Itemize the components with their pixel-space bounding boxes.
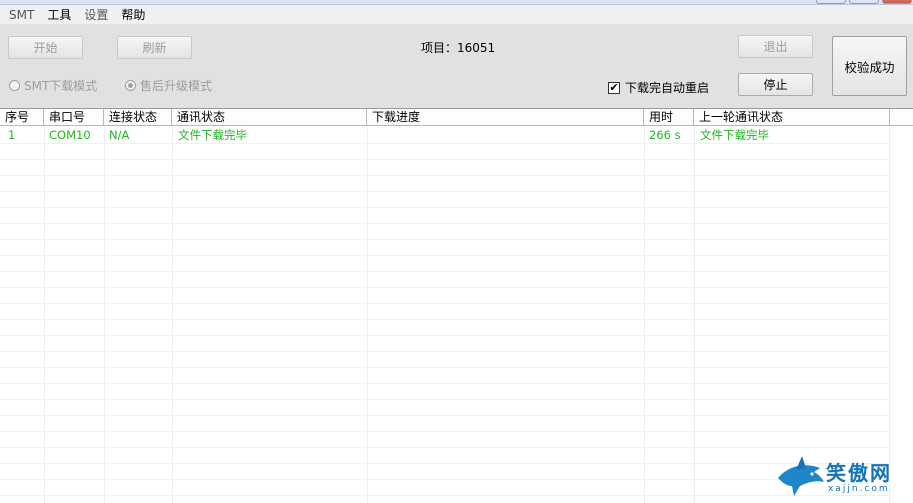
row-gridline [0,335,890,336]
column-header-comm-status[interactable]: 通讯状态 [172,109,367,126]
row-gridline [0,431,890,432]
row-gridline [0,399,890,400]
table-header: 序号 串口号 连接状态 通讯状态 下载进度 用时 上一轮通讯状态 [0,109,913,126]
column-header-connection[interactable]: 连接状态 [104,109,172,126]
minimize-window-button[interactable] [816,0,846,4]
row-gridline [0,287,890,288]
row-gridline [0,255,890,256]
row-gridline [0,303,890,304]
radio-aftersale-mode[interactable]: 售后升级模式 [125,77,212,94]
row-gridline [0,447,890,448]
column-header-last-status[interactable]: 上一轮通讯状态 [694,109,890,126]
exit-button[interactable]: 退出 [738,35,813,58]
project-label: 项目：16051 [421,41,496,55]
column-header-index[interactable]: 序号 [0,109,44,126]
auto-restart-checkbox[interactable]: ✔ 下载完自动重启 [608,79,709,96]
row-gridline [0,175,890,176]
menu-smt[interactable]: SMT [9,7,34,23]
menu-help[interactable]: 帮助 [121,7,145,23]
verify-success-button[interactable]: 校验成功 [832,36,907,96]
watermark-logo: 笑傲网 xajjn.com [774,452,913,503]
cell-last-status: 文件下载完毕 [700,128,769,142]
start-button[interactable]: 开始 [8,36,83,59]
device-table: 序号 串口号 连接状态 通讯状态 下载进度 用时 上一轮通讯状态 1 COM10… [0,108,913,503]
radio-smt-label: SMT下载模式 [24,79,98,93]
column-header-progress[interactable]: 下载进度 [367,109,644,126]
watermark-url: xajjn.com [828,484,890,494]
row-gridline [0,495,890,496]
row-gridline [0,143,890,144]
row-gridline [0,207,890,208]
row-gridline [0,191,890,192]
maximize-window-button[interactable] [849,0,879,4]
row-gridline [0,271,890,272]
menu-tools[interactable]: 工具 [47,7,71,23]
row-gridline [0,383,890,384]
cell-connection: N/A [109,128,130,142]
table-row[interactable]: 1 COM10 N/A 文件下载完毕 266 s 文件下载完毕 [0,127,890,143]
menu-settings[interactable]: 设置 [84,7,108,23]
auto-restart-label: 下载完自动重启 [625,81,710,95]
radio-smt-mode[interactable]: SMT下载模式 [9,77,97,94]
control-panel: 开始 刷新 项目：16051 退出 停止 校验成功 SMT下载模式 售后升级模式… [0,24,913,108]
row-gridline [0,159,890,160]
cell-time: 266 s [649,128,681,142]
row-gridline [0,367,890,368]
shark-icon [778,456,824,496]
row-gridline [0,239,890,240]
radio-aftersale-indicator[interactable] [125,80,136,91]
watermark-text: 笑傲网 [826,461,892,485]
row-gridline [0,415,890,416]
cell-port: COM10 [49,128,91,142]
radio-aftersale-label: 售后升级模式 [140,79,213,93]
refresh-button[interactable]: 刷新 [117,36,192,59]
stop-button[interactable]: 停止 [738,73,813,96]
row-gridline [0,479,890,480]
menu-bar: SMT 工具 设置 帮助 [0,5,913,24]
checkbox-box[interactable]: ✔ [608,81,620,94]
cell-index: 1 [8,128,16,142]
row-gridline [0,319,890,320]
radio-smt-indicator[interactable] [9,80,20,91]
column-header-time[interactable]: 用时 [644,109,694,126]
cell-comm-status: 文件下载完毕 [178,128,247,142]
row-gridline [0,223,890,224]
row-gridline [0,351,890,352]
close-window-button[interactable] [882,0,912,4]
column-header-port[interactable]: 串口号 [44,109,104,126]
cell-progress [367,127,644,143]
row-gridline [0,463,890,464]
